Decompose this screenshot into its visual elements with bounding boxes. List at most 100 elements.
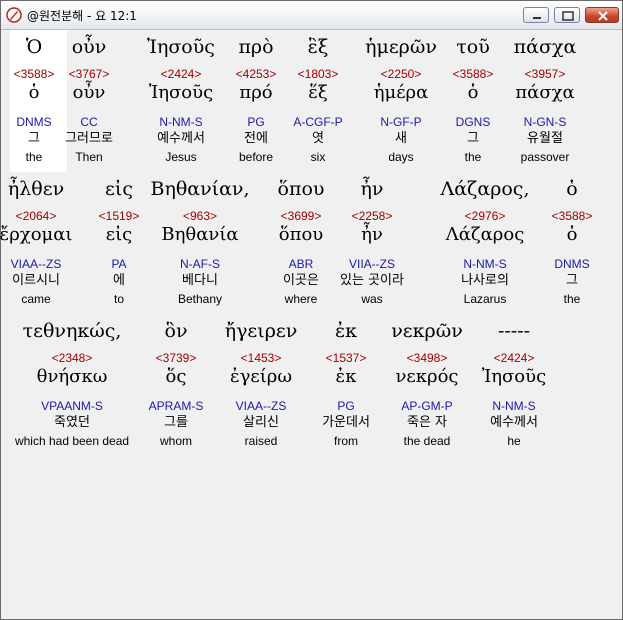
greek-word[interactable]: τοῦ xyxy=(456,36,490,58)
lemma-word: ἡμέρα xyxy=(373,82,429,103)
greek-word[interactable]: πάσχα xyxy=(514,36,577,58)
strong-number[interactable]: <4253> xyxy=(236,67,277,81)
greek-word[interactable]: ἓξ xyxy=(308,36,329,58)
korean-gloss: 그 xyxy=(566,273,578,288)
strong-number[interactable]: <2976> xyxy=(465,209,506,223)
korean-gloss: 베다니 xyxy=(182,273,218,288)
english-gloss: came xyxy=(21,292,51,306)
parsing-code: DNMS xyxy=(554,257,590,271)
lemma-word: ὅπου xyxy=(278,224,324,245)
strong-number[interactable]: <3739> xyxy=(156,351,197,365)
strong-number[interactable]: <3588> xyxy=(14,67,55,81)
greek-word[interactable]: Ἰησοῦς xyxy=(147,36,215,58)
english-gloss: the xyxy=(563,292,581,306)
korean-gloss: 이르시니 xyxy=(12,273,60,288)
korean-gloss: 죽였던 xyxy=(54,415,90,430)
korean-gloss: 그 xyxy=(28,131,40,146)
greek-word[interactable]: ἦν xyxy=(361,178,384,200)
strong-number[interactable]: <1519> xyxy=(99,209,140,223)
lemma-word: Ἰησοῦς xyxy=(481,366,547,387)
strong-number[interactable]: <1537> xyxy=(326,351,367,365)
greek-word[interactable]: τεθνηκώς, xyxy=(23,320,122,342)
greek-word[interactable]: Βηθανίαν, xyxy=(150,178,249,200)
lemma-word: ἔρχομαι xyxy=(0,224,73,245)
parsing-code: VIIA--ZS xyxy=(348,257,396,271)
interlinear-view[interactable]: Ὁ <3588> ὁ DNMS 그 the οὖν <3767> οὖν CC 그러므로 Then Ἰη… xyxy=(0,30,616,615)
greek-word[interactable]: οὖν xyxy=(72,36,107,58)
korean-gloss: 죽은 자 xyxy=(406,415,448,430)
lemma-word: θνήσκω xyxy=(36,366,108,387)
english-gloss: before xyxy=(238,150,274,164)
parsing-code: ABR xyxy=(288,257,314,271)
strong-number[interactable]: <2064> xyxy=(16,209,57,223)
korean-gloss: 이곳은 xyxy=(283,273,319,288)
strong-number[interactable]: <3588> xyxy=(552,209,593,223)
lemma-word: εἰς xyxy=(105,224,133,245)
strong-number[interactable]: <3498> xyxy=(407,351,448,365)
english-gloss: Bethany xyxy=(177,292,223,306)
parsing-code: CC xyxy=(80,115,98,129)
strong-number[interactable]: <2424> xyxy=(161,67,202,81)
english-gloss: from xyxy=(334,434,358,448)
greek-word[interactable]: ὁ xyxy=(566,178,577,200)
minimize-button[interactable] xyxy=(523,7,549,23)
strong-number[interactable]: <963> xyxy=(183,209,217,223)
korean-gloss: 있는 곳이라 xyxy=(340,273,404,288)
parsing-code: N-NM-S xyxy=(159,115,203,129)
strong-number[interactable]: <3767> xyxy=(69,67,110,81)
maximize-button[interactable] xyxy=(554,7,580,23)
english-gloss: was xyxy=(361,292,383,306)
lemma-word: Λάζαρος xyxy=(445,224,525,245)
greek-word[interactable]: ὅπου xyxy=(278,178,325,200)
lemma-word: ὁ xyxy=(467,82,479,103)
greek-word[interactable]: νεκρῶν xyxy=(391,320,462,342)
lemma-word: ἦν xyxy=(361,224,383,245)
greek-word[interactable]: εἰς xyxy=(105,178,133,200)
korean-gloss: 예수께서 xyxy=(157,131,205,146)
english-gloss: which had been dead xyxy=(14,434,130,448)
korean-gloss: 에 xyxy=(113,273,125,288)
greek-word[interactable]: ἦλθεν xyxy=(8,178,64,200)
lemma-word: πρό xyxy=(239,82,273,103)
english-gloss: Jesus xyxy=(165,150,197,164)
lemma-word: Βηθανία xyxy=(161,224,239,245)
strong-number[interactable]: <1803> xyxy=(298,67,339,81)
lemma-word: ὅς xyxy=(165,366,187,387)
greek-word[interactable]: ὃν xyxy=(165,320,188,342)
strong-number[interactable]: <3699> xyxy=(281,209,322,223)
strong-number[interactable]: <2424> xyxy=(494,351,535,365)
korean-gloss: 엿 xyxy=(312,131,324,146)
app-pen-icon xyxy=(6,7,22,23)
english-gloss: Then xyxy=(75,150,103,164)
strong-number[interactable]: <3588> xyxy=(453,67,494,81)
strong-number[interactable]: <2258> xyxy=(352,209,393,223)
close-button[interactable] xyxy=(585,7,619,23)
greek-word[interactable]: ἡμερῶν xyxy=(365,36,437,58)
greek-word[interactable]: πρὸ xyxy=(238,36,273,58)
greek-word[interactable]: Λάζαρος, xyxy=(441,178,530,200)
parsing-code: N-NM-S xyxy=(463,257,507,271)
korean-gloss: 그를 xyxy=(164,415,188,430)
lemma-word: πάσχα xyxy=(515,82,575,103)
parsing-code: PG xyxy=(247,115,265,129)
english-gloss: where xyxy=(284,292,318,306)
parsing-code: VIAA--ZS xyxy=(10,257,62,271)
greek-word[interactable]: Ὁ xyxy=(26,36,42,58)
parsing-code: PG xyxy=(337,399,355,413)
greek-word[interactable]: ----- xyxy=(498,320,530,342)
lemma-word: νεκρός xyxy=(395,366,459,387)
english-gloss: the dead xyxy=(403,434,451,448)
korean-gloss: 살리신 xyxy=(243,415,279,430)
lemma-word: ἐκ xyxy=(335,366,357,387)
window-title: @원전분해 - 요 12:1 xyxy=(27,9,137,23)
strong-number[interactable]: <2250> xyxy=(381,67,422,81)
korean-gloss: 그러므로 xyxy=(65,131,113,146)
parsing-code: N-GN-S xyxy=(523,115,567,129)
strong-number[interactable]: <1453> xyxy=(241,351,282,365)
greek-word[interactable]: ἤγειρεν xyxy=(225,320,298,342)
strong-number[interactable]: <2348> xyxy=(52,351,93,365)
parsing-code: N-GF-P xyxy=(380,115,422,129)
title-bar[interactable]: @원전분해 - 요 12:1 xyxy=(1,1,622,30)
greek-word[interactable]: ἐκ xyxy=(335,320,357,342)
strong-number[interactable]: <3957> xyxy=(525,67,566,81)
